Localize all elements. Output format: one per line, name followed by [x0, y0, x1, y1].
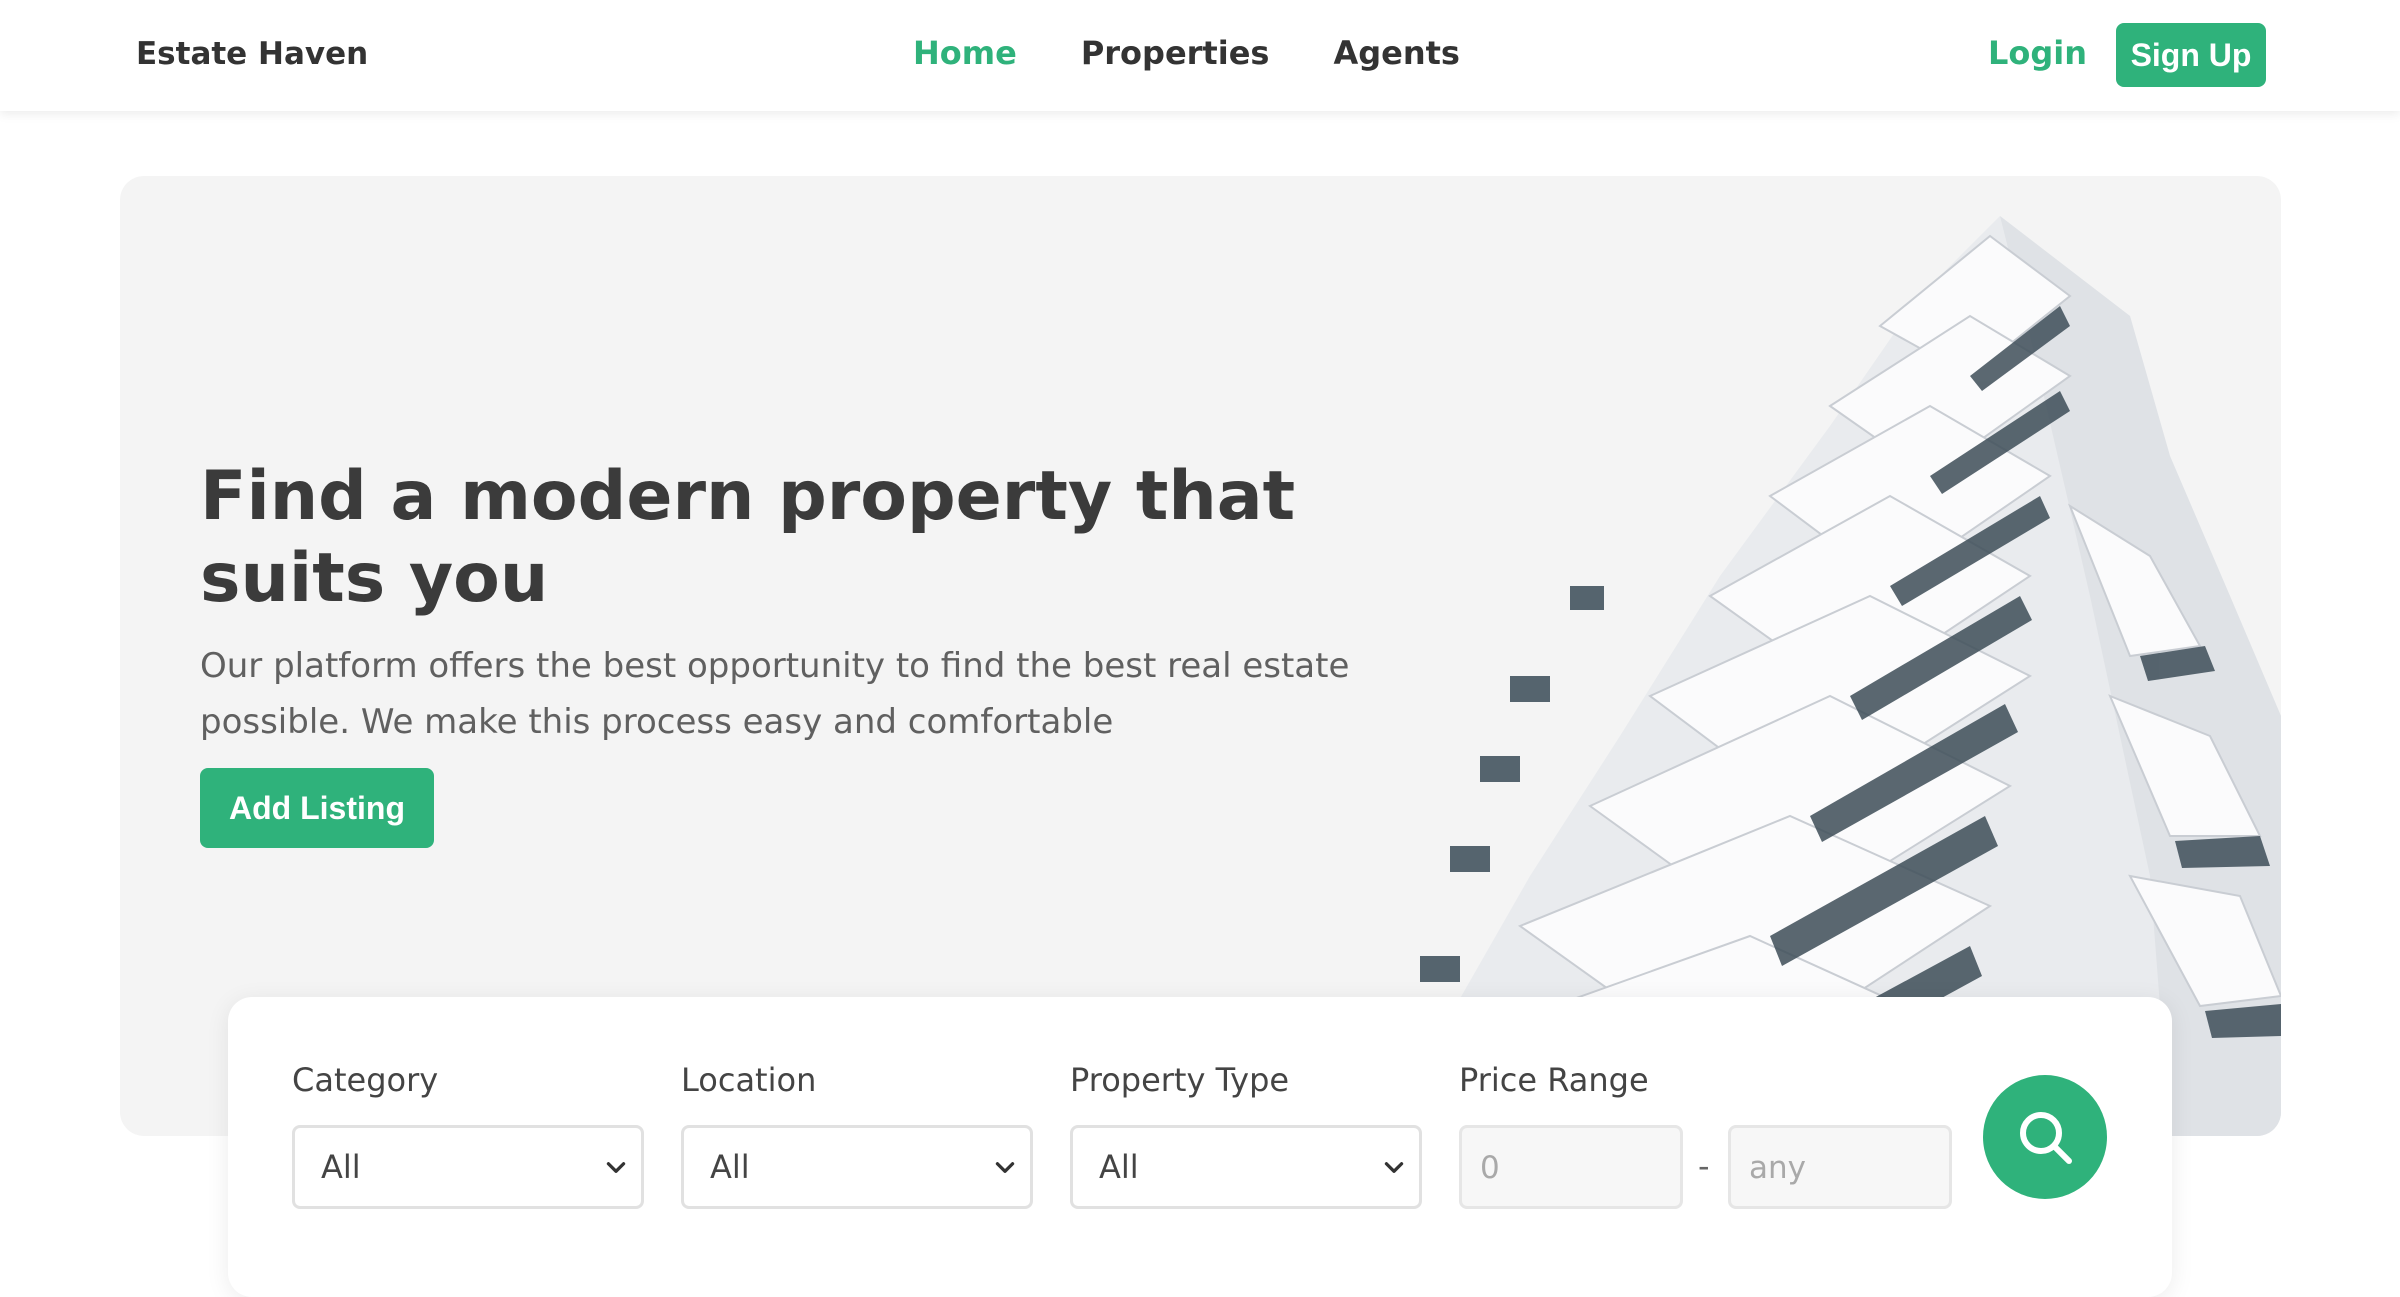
- category-select[interactable]: All: [292, 1125, 644, 1209]
- property-type-select-value: All: [1099, 1148, 1139, 1186]
- property-type-select[interactable]: All: [1070, 1125, 1422, 1209]
- chevron-down-icon: [1384, 1162, 1404, 1173]
- search-icon: [2020, 1112, 2072, 1164]
- price-min-placeholder: 0: [1480, 1150, 1500, 1186]
- property-search-card: Category All Location All Property Type …: [228, 997, 2172, 1297]
- price-range-label: Price Range: [1459, 1061, 1649, 1099]
- location-select[interactable]: All: [681, 1125, 1033, 1209]
- price-range-separator: -: [1698, 1147, 1710, 1185]
- brand-logo-text[interactable]: Estate Haven: [136, 36, 368, 72]
- category-select-value: All: [321, 1148, 361, 1186]
- chevron-down-icon: [606, 1162, 626, 1173]
- chevron-down-icon: [995, 1162, 1015, 1173]
- category-label: Category: [292, 1061, 439, 1099]
- navbar: Estate Haven Home Properties Agents Logi…: [0, 0, 2400, 111]
- nav-link-properties[interactable]: Properties: [1081, 34, 1270, 72]
- location-select-value: All: [710, 1148, 750, 1186]
- main-nav: Home Properties Agents: [913, 34, 1460, 72]
- add-listing-button[interactable]: Add Listing: [200, 768, 434, 848]
- price-min-input[interactable]: 0: [1459, 1125, 1683, 1209]
- hero-section: Find a modern property that suits you Ou…: [120, 176, 2281, 1136]
- location-label: Location: [681, 1061, 817, 1099]
- hero-description: Our platform offers the best opportunity…: [200, 646, 1350, 742]
- nav-link-home[interactable]: Home: [913, 34, 1017, 72]
- price-max-placeholder: any: [1749, 1150, 1806, 1186]
- hero-building-image: [1400, 216, 2281, 1136]
- nav-link-agents[interactable]: Agents: [1333, 34, 1460, 72]
- property-type-label: Property Type: [1070, 1061, 1290, 1099]
- sign-up-button[interactable]: Sign Up: [2116, 23, 2266, 87]
- search-button[interactable]: [1983, 1075, 2107, 1199]
- price-max-input[interactable]: any: [1728, 1125, 1952, 1209]
- login-link[interactable]: Login: [1988, 34, 2087, 72]
